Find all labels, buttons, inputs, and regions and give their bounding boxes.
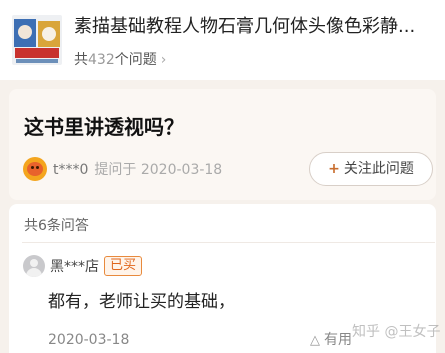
product-title[interactable]: 素描基础教程人物石膏几何体头像色彩静... [74, 16, 434, 38]
answer-date: 2020-03-18 [48, 332, 130, 348]
asker-avatar [23, 157, 47, 181]
asked-date: 提问于 2020-03-18 [94, 162, 223, 178]
product-header[interactable] [0, 0, 445, 80]
plus-icon: + [328, 161, 340, 177]
thumbnail-sketch-1 [18, 25, 32, 39]
count-prefix: 共 [74, 52, 88, 68]
follow-label: 关注此问题 [343, 161, 414, 177]
thumbnail-sketch-2 [42, 27, 56, 41]
bought-badge: 已买 [104, 256, 142, 276]
thumbnail-strip [16, 59, 58, 63]
watermark: 知乎 @王女子 [352, 324, 441, 340]
avatar-eye-left [31, 166, 34, 169]
follow-question-button[interactable]: + 关注此问题 [309, 152, 433, 186]
divider [22, 242, 435, 243]
asker-name: t***0 [53, 162, 89, 178]
avatar-face [27, 162, 43, 176]
question-text: 这书里讲透视吗？ [24, 115, 184, 139]
question-count-link[interactable]: 共432个问题 › [74, 50, 166, 70]
chevron-right-icon: › [160, 52, 167, 68]
count-suffix: 个问题 [114, 52, 157, 68]
count-value: 432 [88, 52, 115, 68]
answer-text: 都有，老师让买的基础， [48, 292, 235, 312]
product-thumbnail[interactable] [12, 15, 62, 65]
avatar-head [30, 259, 38, 267]
answerer-name: 黑***店 [50, 259, 99, 275]
avatar-eye-right [36, 166, 39, 169]
thumbs-up-icon: △ [310, 333, 320, 348]
answers-count: 共6条问答 [24, 218, 89, 234]
thumbnail-banner [15, 48, 59, 58]
asker-info: t***0 提问于 2020-03-18 [53, 160, 222, 180]
helpful-button[interactable]: △ 有用 [310, 330, 352, 351]
avatar-body [26, 268, 42, 277]
answerer-avatar [23, 255, 45, 277]
helpful-label: 有用 [324, 332, 352, 348]
